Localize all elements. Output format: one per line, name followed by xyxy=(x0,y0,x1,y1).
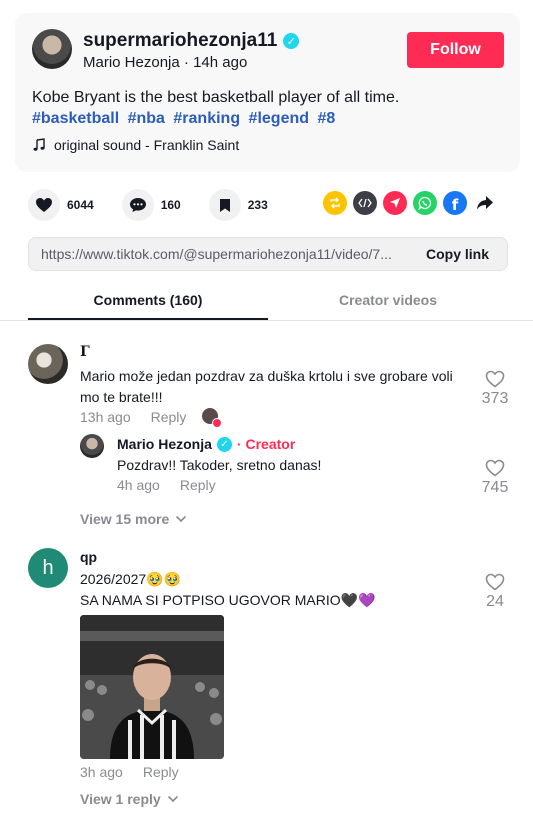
comment-action[interactable]: 160 xyxy=(121,189,181,221)
author-username-row[interactable]: supermariohezonja11 ✓ xyxy=(83,30,300,52)
author-username[interactable]: supermariohezonja11 xyxy=(83,30,277,52)
creator-label: Creator xyxy=(245,436,296,452)
sound-name[interactable]: original sound - Franklin Saint xyxy=(54,137,239,153)
comment-meta: 3h ago Reply xyxy=(80,764,179,780)
reply-like[interactable]: 745 xyxy=(475,459,515,497)
heart-icon[interactable] xyxy=(28,189,60,221)
hashtag[interactable]: #basketball xyxy=(32,110,119,127)
heart-outline-icon[interactable] xyxy=(485,459,505,477)
view-replies-label[interactable]: View 1 reply xyxy=(80,791,161,807)
facebook-icon[interactable]: f xyxy=(443,191,467,215)
comment-text-line: 2026/2027🥹🥹 xyxy=(80,571,182,587)
bookmark-icon[interactable] xyxy=(208,189,241,221)
commenter-avatar[interactable]: h xyxy=(28,548,68,588)
heart-badge-icon xyxy=(212,418,222,428)
send-icon[interactable] xyxy=(383,191,407,215)
verified-icon: ✓ xyxy=(216,436,232,452)
view-more-replies[interactable]: View 15 more xyxy=(80,511,187,527)
comment-text-line: SA NAMA SI POTPISO UGOVOR MARIO🖤💜 xyxy=(80,592,376,608)
comment-meta: 13h ago Reply xyxy=(80,409,186,425)
copy-link-button[interactable]: Copy link xyxy=(426,246,489,262)
comment-like[interactable]: 373 xyxy=(475,370,515,408)
author-avatar[interactable] xyxy=(32,29,72,69)
post-caption: Kobe Bryant is the best basketball playe… xyxy=(32,89,400,106)
hashtag[interactable]: #nba xyxy=(128,110,165,127)
view-replies[interactable]: View 1 reply xyxy=(80,791,179,807)
hashtag[interactable]: #8 xyxy=(317,110,335,127)
reply-text: Pozdrav!! Takoder, sretno danas! xyxy=(117,457,322,473)
commenter-avatar[interactable] xyxy=(28,344,68,384)
verified-icon: ✓ xyxy=(283,33,300,49)
heart-outline-icon[interactable] xyxy=(485,370,505,388)
whatsapp-icon[interactable] xyxy=(413,191,437,215)
comment-icon[interactable] xyxy=(121,189,154,221)
share-link-box: https://www.tiktok.com/@supermariohezonj… xyxy=(28,237,508,271)
tab-divider xyxy=(0,320,533,321)
embed-icon[interactable] xyxy=(353,191,377,215)
like-action[interactable]: 6044 xyxy=(28,189,94,221)
reply-button[interactable]: Reply xyxy=(151,409,187,425)
action-bar: 6044 160 233 xyxy=(28,188,296,222)
reply-button[interactable]: Reply xyxy=(180,477,216,493)
follow-button[interactable]: Follow xyxy=(407,32,504,68)
comment-like-count: 24 xyxy=(486,593,504,610)
post-time: 14h ago xyxy=(193,54,248,71)
author-display-name: Mario Hezonja xyxy=(83,54,180,71)
reply-like-count: 745 xyxy=(481,479,509,496)
creator-badge: · Creator xyxy=(236,436,296,452)
like-count: 6044 xyxy=(67,198,94,212)
post-card: supermariohezonja11 ✓ Mario Hezonja · 14… xyxy=(15,13,520,172)
player-photo-icon xyxy=(80,615,224,759)
repost-icon[interactable] xyxy=(323,191,347,215)
hashtag[interactable]: #ranking xyxy=(173,110,240,127)
share-row: f xyxy=(323,191,497,215)
reply-author-name[interactable]: Mario Hezonja xyxy=(117,436,212,452)
heart-outline-icon[interactable] xyxy=(485,573,505,591)
view-more-label[interactable]: View 15 more xyxy=(80,511,169,527)
tab-creator-videos[interactable]: Creator videos xyxy=(268,292,508,308)
comment-time: 13h ago xyxy=(80,409,131,425)
comment-image[interactable] xyxy=(80,615,224,759)
share-arrow-icon[interactable] xyxy=(473,191,497,215)
comment-time: 3h ago xyxy=(80,764,123,780)
save-count: 233 xyxy=(247,198,268,212)
commenter-name[interactable]: qp xyxy=(80,549,97,565)
chevron-down-icon xyxy=(176,515,187,523)
comment-like-count: 373 xyxy=(481,390,509,407)
reply-avatar[interactable] xyxy=(80,434,104,458)
reply-author-row: Mario Hezonja ✓ · Creator xyxy=(117,436,295,452)
tab-comments[interactable]: Comments (160) xyxy=(28,292,268,308)
share-link-url[interactable]: https://www.tiktok.com/@supermariohezonj… xyxy=(41,246,411,262)
save-action[interactable]: 233 xyxy=(208,189,268,221)
avatar-letter: h xyxy=(42,556,54,579)
reply-button[interactable]: Reply xyxy=(143,764,179,780)
music-note-icon xyxy=(33,138,45,151)
sound-row[interactable]: original sound - Franklin Saint xyxy=(32,137,239,153)
reply-meta: 4h ago Reply xyxy=(117,477,216,493)
author-subline: Mario Hezonja · 14h ago xyxy=(83,54,248,71)
commenter-name[interactable]: Г xyxy=(80,344,90,360)
comment-text: Mario može jedan pozdrav za duška krtolu… xyxy=(80,368,453,405)
hashtag-list: #basketball #nba #ranking #legend #8 xyxy=(32,108,339,130)
comment-like[interactable]: 24 xyxy=(475,573,515,611)
reply-time: 4h ago xyxy=(117,477,160,493)
comment-count: 160 xyxy=(160,198,181,212)
creator-liked-avatar xyxy=(202,408,222,428)
chevron-down-icon xyxy=(167,795,178,803)
hashtag[interactable]: #legend xyxy=(249,110,309,127)
